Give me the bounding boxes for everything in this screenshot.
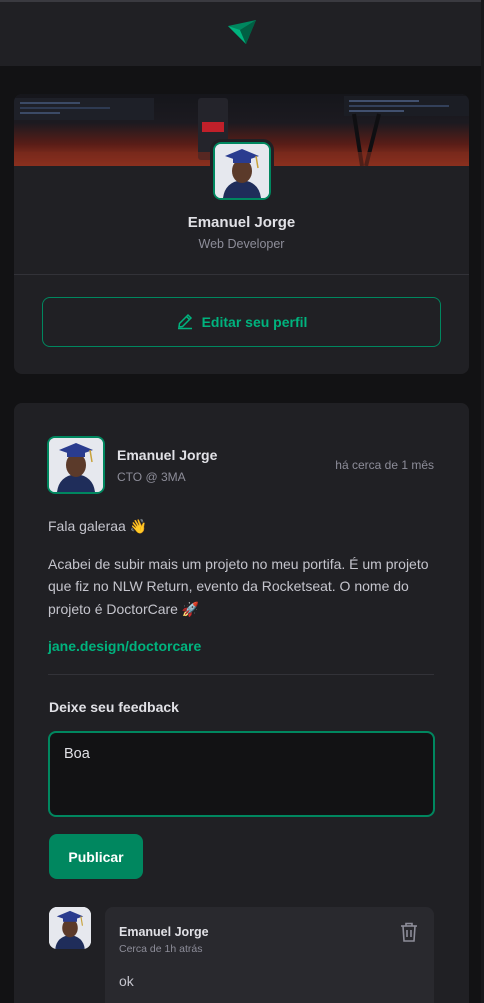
profile-name: Emanuel Jorge bbox=[187, 214, 296, 231]
comment-author: Emanuel Jorge bbox=[119, 925, 209, 939]
feedback-title: Deixe seu feedback bbox=[49, 699, 179, 715]
comment-box: Emanuel Jorge Cerca de 1h atrás ok bbox=[105, 907, 434, 1003]
post-paragraph: Fala galeraa 👋 bbox=[48, 518, 148, 534]
publish-button[interactable]: Publicar bbox=[49, 834, 143, 879]
profile-divider bbox=[14, 274, 469, 275]
feedback-input[interactable]: Boa bbox=[48, 731, 435, 817]
post-link[interactable]: jane.design/doctorcare bbox=[48, 638, 201, 654]
delete-comment-button[interactable] bbox=[398, 921, 420, 945]
post-author-name: Emanuel Jorge bbox=[117, 447, 218, 463]
edit-profile-label: Editar seu perfil bbox=[201, 314, 308, 330]
pencil-icon bbox=[176, 312, 194, 333]
comment-text: ok bbox=[119, 973, 134, 989]
post-author-role: CTO @ 3MA bbox=[117, 470, 186, 484]
comment-author-avatar[interactable] bbox=[49, 907, 91, 949]
post-author-avatar[interactable] bbox=[44, 433, 108, 497]
trash-icon bbox=[399, 922, 419, 946]
comment-time: Cerca de 1h atrás bbox=[119, 943, 203, 955]
post-divider bbox=[48, 674, 434, 675]
post-paragraph: Acabei de subir mais um projeto no meu p… bbox=[48, 555, 429, 617]
edit-profile-button[interactable]: Editar seu perfil bbox=[42, 297, 441, 347]
post-card: Emanuel Jorge CTO @ 3MA há cerca de 1 mê… bbox=[14, 403, 469, 1003]
post-content: Fala galeraa 👋 Acabei de subir mais um p… bbox=[48, 515, 443, 673]
profile-card: Emanuel Jorge Web Developer Editar seu p… bbox=[14, 94, 469, 374]
profile-role: Web Developer bbox=[198, 237, 285, 251]
profile-avatar bbox=[210, 139, 274, 203]
app-header bbox=[0, 2, 484, 66]
post-timestamp: há cerca de 1 mês bbox=[335, 458, 434, 472]
logo-icon bbox=[226, 18, 258, 51]
